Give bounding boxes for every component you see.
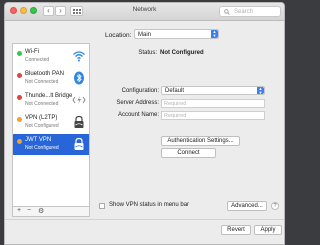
service-status: Not Connected — [25, 101, 59, 107]
service-item-bluetooth-pan[interactable]: Bluetooth PAN Not Connected — [13, 68, 89, 89]
apply-button[interactable]: Apply — [254, 225, 282, 235]
wifi-icon — [73, 51, 85, 62]
show-vpn-status-label: Show VPN status in menu bar — [109, 202, 190, 208]
status-dot — [17, 73, 22, 78]
server-address-placeholder: Required — [164, 101, 187, 107]
account-name-field[interactable]: Required — [161, 111, 265, 120]
server-address-field[interactable]: Required — [161, 99, 265, 108]
chevron-updown-icon: ▲ ▼ — [211, 29, 218, 38]
revert-button[interactable]: Revert — [221, 225, 251, 235]
service-item-jwt-vpn[interactable]: JWT VPN Not Configured — [13, 134, 89, 155]
server-address-label: Server Address: — [116, 100, 159, 106]
service-status: Not Connected — [25, 79, 59, 85]
titlebar: ‹ › Network Search — [5, 3, 284, 21]
search-input[interactable]: Search — [219, 6, 281, 17]
service-name: Bluetooth PAN — [25, 71, 64, 77]
divider — [5, 219, 284, 220]
service-item-wifi[interactable]: Wi-Fi Connected — [13, 46, 89, 67]
status-value: Not Configured — [160, 50, 204, 56]
gear-icon[interactable]: ⚙ — [38, 207, 44, 215]
status-dot — [17, 51, 22, 56]
service-name: JWT VPN — [25, 137, 52, 143]
remove-service-button[interactable]: − — [27, 207, 31, 214]
bluetooth-icon — [74, 71, 84, 85]
status-dot — [17, 139, 22, 144]
location-label: Location: — [105, 32, 132, 39]
connect-button[interactable]: Connect — [161, 148, 216, 158]
add-service-button[interactable]: + — [17, 207, 21, 214]
service-list[interactable]: Wi-Fi Connected Bluetooth PAN Not Connec… — [12, 43, 90, 207]
advanced-button[interactable]: Advanced... — [227, 201, 267, 211]
location-value: Main — [138, 31, 152, 38]
configuration-label: Configuration: — [121, 88, 159, 94]
configuration-value: Default — [165, 88, 185, 94]
service-name: Thunde...lt Bridge — [25, 93, 73, 99]
service-item-thunderbolt-bridge[interactable]: Thunde...lt Bridge Not Connected — [13, 90, 89, 111]
help-button[interactable]: ? — [271, 202, 279, 210]
network-window: ‹ › Network Search Location: Main ▲ ▼ Wi-… — [4, 2, 285, 245]
authentication-settings-button[interactable]: Authentication Settings... — [161, 136, 240, 146]
service-name: Wi-Fi — [25, 49, 39, 55]
service-item-vpn-l2tp[interactable]: VPN (L2TP) Not Configured — [13, 112, 89, 133]
account-name-label: Account Name: — [117, 112, 159, 118]
search-icon — [224, 9, 230, 15]
status-dot — [17, 95, 22, 100]
search-placeholder: Search — [234, 8, 254, 15]
configuration-popup[interactable]: Default ▲ ▼ — [161, 86, 265, 95]
account-name-placeholder: Required — [164, 113, 187, 119]
service-status: Not Configured — [25, 123, 59, 129]
thunderbolt-bridge-icon — [72, 95, 86, 105]
service-list-toolbar: + − ⚙ — [12, 207, 90, 217]
service-status: Connected — [25, 57, 50, 63]
show-vpn-status-checkbox[interactable] — [99, 203, 105, 209]
location-popup[interactable]: Main ▲ ▼ — [134, 29, 219, 39]
service-name: VPN (L2TP) — [25, 115, 58, 121]
status-dot — [17, 117, 22, 122]
service-status: Not Configured — [25, 145, 59, 151]
vpn-lock-icon — [74, 115, 84, 128]
status-label: Status: — [138, 50, 157, 56]
vpn-lock-icon — [74, 137, 84, 150]
chevron-updown-icon: ▲ ▼ — [257, 85, 264, 95]
